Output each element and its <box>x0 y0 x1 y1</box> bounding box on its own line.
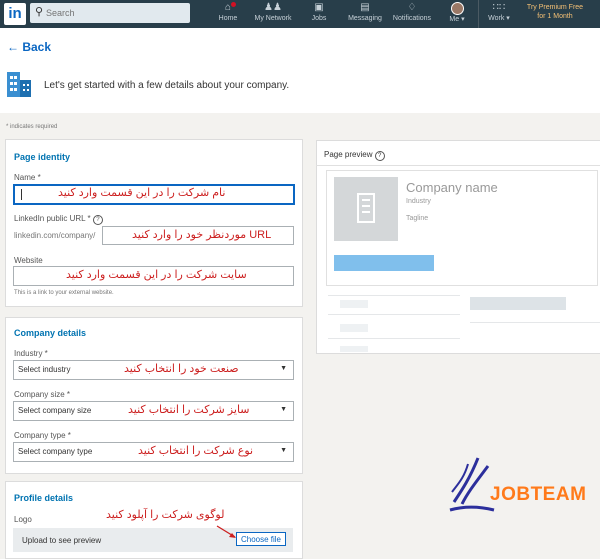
url-label: LinkedIn public URL * <box>14 214 91 223</box>
grid-icon: ∷∷ <box>492 2 506 13</box>
nav-jobs-label: Jobs <box>311 15 327 22</box>
industry-annotation: صنعت خود را انتخاب کنید <box>124 363 239 375</box>
page-header: ← Back Let's get started with a few deta… <box>0 28 600 113</box>
nav-messaging[interactable]: ▤ Messaging <box>345 2 385 26</box>
nav-home-label: Home <box>218 15 238 22</box>
search-input[interactable] <box>46 5 184 20</box>
preview-placeholder <box>340 300 368 308</box>
chevron-down-icon: ▼ <box>280 365 287 372</box>
company-type-annotation: نوع شرکت را انتخاب کنید <box>138 445 254 457</box>
preview-title-row: Page preview ? <box>324 150 385 161</box>
nav-me[interactable]: Me ▾ <box>442 2 472 26</box>
company-size-select-value: Select company size <box>18 406 92 415</box>
people-icon: ♟♟ <box>264 2 282 13</box>
logo-annotation: لوگوی شرکت را آپلود کنید <box>106 509 225 521</box>
nav-my-network[interactable]: ♟♟ My Network <box>250 2 296 26</box>
industry-select-value: Select industry <box>18 365 71 374</box>
jobteam-watermark: JOBTEAM <box>490 484 587 505</box>
name-annotation: نام شرکت را در این قسمت وارد کنید <box>58 187 226 199</box>
nav-notifications-label: Notifications <box>392 15 432 22</box>
logo-label: Logo <box>14 515 32 524</box>
chevron-down-icon: ▼ <box>280 447 287 454</box>
briefcase-icon: ▣ <box>314 2 324 13</box>
name-label: Name * <box>14 173 41 182</box>
page-identity-title: Page identity <box>14 152 71 162</box>
linkedin-logo[interactable]: in <box>4 3 26 25</box>
chat-icon: ▤ <box>360 2 370 13</box>
search-icon: ⚲ <box>35 6 44 18</box>
url-annotation: URL موردنظر خود را وارد کنید <box>132 229 272 241</box>
bell-icon: ♢ <box>407 2 417 13</box>
nav-work[interactable]: ∷∷ Work ▾ <box>484 2 514 26</box>
preview-industry: Industry <box>406 198 431 205</box>
company-size-annotation: سایز شرکت را انتخاب کنید <box>128 404 250 416</box>
help-icon[interactable]: ? <box>374 151 385 161</box>
website-hint: This is a link to your external website. <box>14 290 114 296</box>
arrow-left-icon: ← <box>7 40 19 54</box>
preview-sep <box>328 314 460 315</box>
help-icon[interactable]: ? <box>92 215 103 225</box>
search-box[interactable]: ⚲ <box>30 3 190 23</box>
nav-my-network-label: My Network <box>254 15 292 22</box>
preview-title: Page preview <box>324 150 373 159</box>
preview-placeholder <box>340 324 368 332</box>
preview-sep <box>470 322 600 323</box>
back-label: Back <box>22 40 52 54</box>
nav-divider <box>478 0 479 28</box>
intro-text: Let's get started with a few details abo… <box>44 80 290 91</box>
profile-details-title: Profile details <box>14 493 74 503</box>
nav-messaging-label: Messaging <box>348 15 382 22</box>
home-badge <box>231 2 236 7</box>
nav-work-label: Work ▾ <box>488 15 510 22</box>
preview-follow-button <box>334 255 434 271</box>
preview-placeholder <box>340 346 368 352</box>
nav-home[interactable]: ⌂ Home <box>212 2 244 26</box>
chevron-down-icon: ▼ <box>280 406 287 413</box>
building-icon <box>7 72 31 97</box>
preview-sep <box>328 295 460 296</box>
nav-me-label: Me ▾ <box>449 16 465 23</box>
premium-line2: for 1 Month <box>537 13 573 20</box>
url-label-row: LinkedIn public URL * ? <box>14 214 103 225</box>
industry-label: Industry * <box>14 349 48 358</box>
jobteam-logo-icon <box>449 457 495 512</box>
preview-tagline: Tagline <box>406 215 429 222</box>
back-link[interactable]: ← Back <box>7 40 51 54</box>
arrow-annotation-icon <box>216 525 236 538</box>
preview-sep <box>328 338 460 339</box>
url-prefix: linkedin.com/company/ <box>14 231 96 240</box>
preview-company-name: Company name <box>406 180 498 195</box>
upload-text: Upload to see preview <box>22 536 102 545</box>
choose-file-button[interactable]: Choose file <box>236 532 286 546</box>
company-type-label: Company type * <box>14 431 71 440</box>
avatar <box>450 2 464 15</box>
website-annotation: سایت شرکت را در این قسمت وارد کنید <box>66 269 247 281</box>
company-type-select-value: Select company type <box>18 447 93 456</box>
nav-notifications[interactable]: ♢ Notifications <box>390 2 434 26</box>
premium-link[interactable]: Try Premium Free for 1 Month <box>518 3 592 21</box>
text-cursor <box>21 189 22 200</box>
preview-placeholder-bar <box>470 297 566 310</box>
nav-jobs[interactable]: ▣ Jobs <box>305 2 333 26</box>
company-logo-placeholder <box>334 177 398 241</box>
top-navigation-bar: in ⚲ ⌂ Home ♟♟ My Network ▣ Jobs ▤ Messa… <box>0 0 600 28</box>
company-details-title: Company details <box>14 328 87 338</box>
website-label: Website <box>14 256 43 265</box>
home-icon: ⌂ <box>224 2 232 13</box>
premium-line1: Try Premium Free <box>526 4 584 11</box>
building-placeholder-icon <box>357 193 375 223</box>
preview-divider <box>316 165 600 166</box>
required-note: * indicates required <box>6 124 58 130</box>
company-size-label: Company size * <box>14 390 71 399</box>
